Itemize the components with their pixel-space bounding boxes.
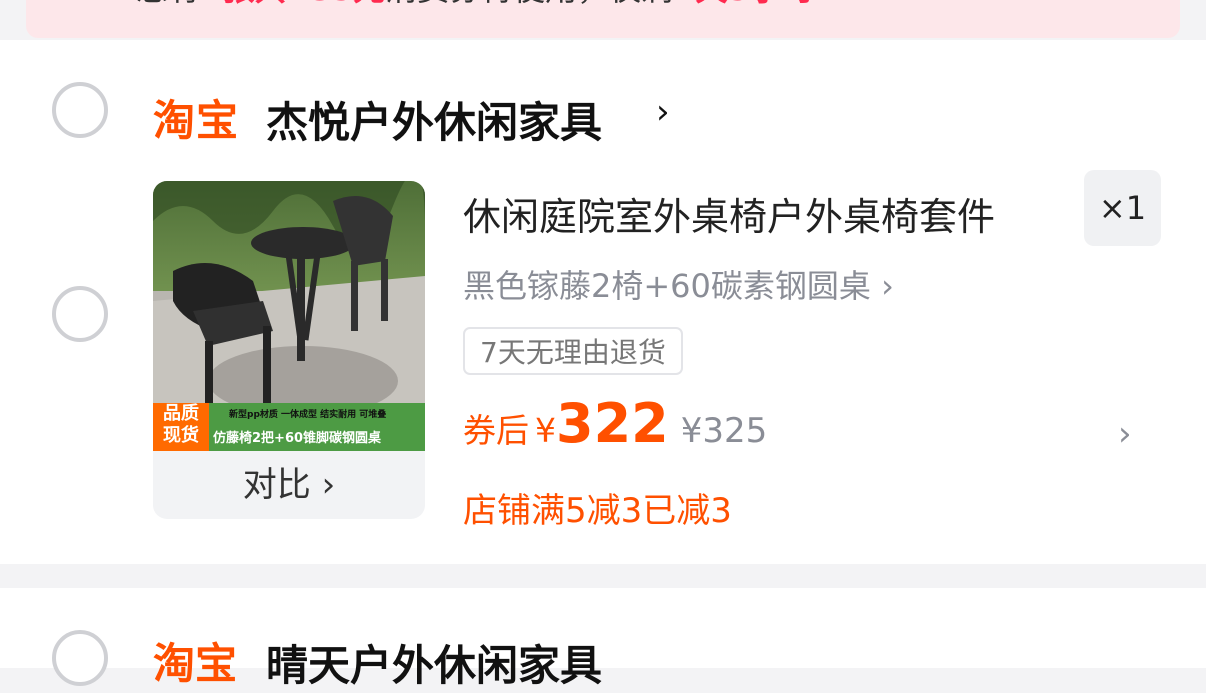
price-line: 券后 ¥322 ¥325 <box>463 392 767 455</box>
return-policy-tag: 7天无理由退货 <box>463 327 683 375</box>
store-promotion: 店铺满5减3已减3 <box>463 491 732 531</box>
image-features: 新型pp材质 一体成型 结实耐用 可堆叠 <box>229 410 387 420</box>
banner-time-left: 1天5小时 <box>673 0 814 8</box>
chevron-right-icon[interactable]: › <box>1118 414 1132 454</box>
taobao-badge: 淘宝 <box>153 96 240 145</box>
store-name-link[interactable]: 杰悦户外休闲家具 <box>266 89 602 150</box>
banner-coupon-count: 2张共185元 <box>200 0 385 8</box>
original-price: ¥325 <box>680 411 768 451</box>
image-caption: 仿藤椅2把+60锥脚碳钢圆桌 <box>213 431 382 446</box>
coupon-banner-text: 您有2张共185元消费券待使用，仅剩1天5小时 <box>136 0 814 10</box>
cart-store-card-2: 淘宝 晴天户外休闲家具 <box>0 588 1206 690</box>
product-thumbnail[interactable]: 品质 现货 新型pp材质 一体成型 结实耐用 可堆叠 仿藤椅2把+60锥脚碳钢圆… <box>153 181 425 519</box>
product-image[interactable]: 品质 现货 新型pp材质 一体成型 结实耐用 可堆叠 仿藤椅2把+60锥脚碳钢圆… <box>153 181 425 451</box>
price-currency: ¥ <box>535 411 556 450</box>
chevron-right-icon[interactable]: › <box>656 92 670 132</box>
coupon-price: 322 <box>556 392 669 455</box>
quantity-badge[interactable]: ×1 <box>1084 170 1161 246</box>
banner-middle: 消费券待使用，仅剩 <box>385 0 673 8</box>
image-badge: 品质 现货 <box>153 403 209 451</box>
compare-button[interactable]: 对比 › <box>153 457 425 506</box>
cart-store-card: 淘宝 杰悦户外休闲家具 › 品质 现货 新型pp材质 一体成型 结实耐用 可堆叠… <box>0 40 1206 564</box>
coupon-banner[interactable]: + 您有2张共185元消费券待使用，仅剩1天5小时 <box>26 0 1180 38</box>
image-badge-line1: 品质 <box>163 403 199 424</box>
price-prefix: 券后 <box>463 411 529 450</box>
store-select-radio-2[interactable] <box>52 630 108 686</box>
product-title[interactable]: 休闲庭院室外桌椅户外桌椅套件 <box>463 186 995 241</box>
banner-prefix: 您有 <box>136 0 200 8</box>
taobao-badge-2: 淘宝 <box>153 639 238 688</box>
item-select-radio[interactable] <box>52 286 108 342</box>
sku-selector[interactable]: 黑色镓藤2椅+60碳素钢圆桌 › <box>463 261 894 307</box>
image-badge-line2: 现货 <box>163 425 199 446</box>
store-name-link-2[interactable]: 晴天户外休闲家具 <box>266 632 602 693</box>
store-select-radio[interactable] <box>52 82 108 138</box>
